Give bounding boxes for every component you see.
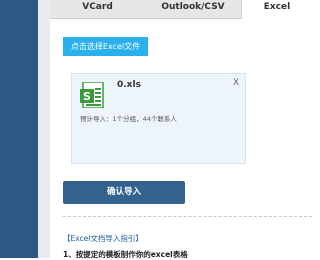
svg-text:S: S [83, 90, 91, 103]
left-sidebar [0, 0, 38, 258]
sidebar-edge [38, 0, 50, 258]
import-guide-title: 【Excel文档导入指引】 [63, 234, 143, 243]
dashed-divider [63, 216, 312, 217]
import-estimate: 预计导入：1个分组，44个联系人 [80, 115, 177, 123]
choose-excel-file-button[interactable]: 点击选择Excel文件 [63, 37, 148, 56]
tab-vcard[interactable]: VCard [50, 0, 145, 18]
tab-outlook-csv[interactable]: Outlook/CSV [145, 0, 241, 18]
file-name: 0.xls [117, 80, 141, 90]
import-guide-step-1: 1、按提定的模板制作你的excel表格 [63, 250, 188, 259]
excel-file-icon: S [80, 81, 106, 109]
confirm-import-button[interactable]: 确认导入 [63, 181, 185, 204]
remove-file-icon[interactable]: X [233, 78, 239, 88]
tab-excel[interactable]: Excel [241, 0, 312, 19]
import-tabs: VCard Outlook/CSV Excel [50, 0, 312, 19]
